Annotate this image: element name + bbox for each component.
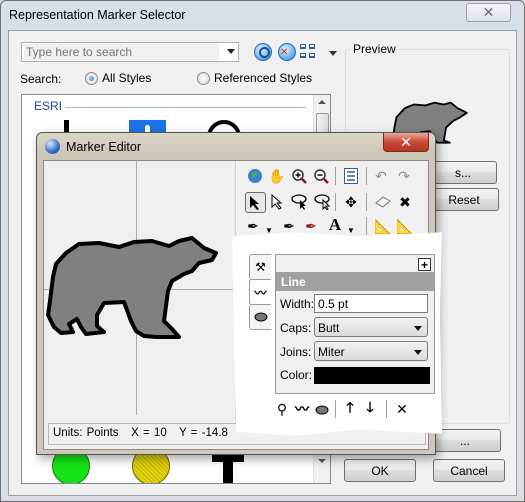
shape-pen-icon[interactable]: ✒ bbox=[302, 217, 320, 235]
measure-icon[interactable]: 📐 bbox=[374, 217, 392, 235]
color-label: Color: bbox=[280, 368, 313, 382]
radio-all-styles[interactable]: All Styles bbox=[85, 71, 151, 85]
joins-select[interactable]: Miter bbox=[314, 341, 428, 361]
globe-icon[interactable] bbox=[246, 167, 264, 185]
marker-layer-icon: ⚒ bbox=[255, 260, 266, 274]
drawing-canvas[interactable] bbox=[44, 161, 236, 420]
toolbar-separator bbox=[386, 400, 387, 418]
remove-icon[interactable]: ✕ bbox=[394, 400, 410, 418]
layer-properties-callout: ⚒ 〰 + Line Width: 0.5 pt Caps: Butt Join… bbox=[232, 232, 442, 436]
add-fill-icon[interactable] bbox=[314, 400, 330, 418]
lasso-direct-select-icon[interactable] bbox=[314, 193, 332, 211]
eraser-icon[interactable] bbox=[374, 193, 392, 211]
list-icon[interactable] bbox=[342, 167, 360, 185]
radio-checked-icon[interactable] bbox=[85, 71, 98, 85]
search-scope-label: Search: bbox=[20, 72, 62, 86]
editor-title: Marker Editor bbox=[66, 140, 142, 154]
toolbar-separator bbox=[335, 400, 336, 418]
properties-button-label: s... bbox=[454, 165, 471, 180]
radio-label: Referenced Styles bbox=[214, 71, 313, 85]
move-up-icon[interactable]: 🡑 bbox=[342, 399, 358, 418]
scroll-down-icon[interactable] bbox=[318, 459, 326, 463]
search-combo[interactable] bbox=[21, 42, 239, 62]
editor-close-button[interactable]: ✕ bbox=[383, 133, 429, 152]
move-down-icon[interactable]: 🡓 bbox=[362, 399, 378, 418]
direct-select-r-icon[interactable] bbox=[269, 193, 287, 211]
add-layer-button[interactable]: + bbox=[418, 258, 431, 271]
zoom-out-icon[interactable] bbox=[312, 167, 330, 185]
fill-icon bbox=[254, 312, 267, 322]
redo-icon[interactable]: ↷ bbox=[395, 167, 413, 185]
delete-icon[interactable]: ✖ bbox=[396, 193, 414, 211]
center-icon[interactable]: ✥ bbox=[342, 193, 360, 211]
width-label: Width: bbox=[280, 297, 315, 311]
toolbar-separator bbox=[335, 193, 336, 211]
properties-button[interactable]: s... bbox=[429, 161, 497, 184]
reset-button[interactable]: Reset bbox=[429, 188, 499, 211]
more-button-label: ... bbox=[459, 433, 470, 448]
group-divider bbox=[66, 107, 306, 108]
add-stroke-icon[interactable]: 〰 bbox=[294, 400, 310, 418]
clear-search-icon[interactable] bbox=[278, 43, 296, 61]
scroll-up-icon[interactable] bbox=[318, 100, 326, 104]
chevron-down-icon[interactable] bbox=[227, 49, 235, 54]
toolbar-separator bbox=[366, 217, 367, 235]
line-properties-panel: + Line Width: 0.5 pt Caps: Butt Joins: M… bbox=[275, 254, 435, 394]
marker-layer-tab[interactable]: ⚒ bbox=[249, 254, 271, 280]
line-tab[interactable]: 〰 bbox=[249, 279, 271, 305]
zoom-in-icon[interactable] bbox=[290, 167, 308, 185]
radio-referenced-styles[interactable]: Referenced Styles bbox=[197, 71, 312, 85]
lasso-select-icon[interactable] bbox=[291, 193, 309, 211]
preview-label: Preview bbox=[350, 42, 399, 56]
view-options-chevron-icon[interactable] bbox=[329, 51, 337, 56]
fill-tab[interactable] bbox=[249, 304, 271, 330]
color-swatch[interactable] bbox=[314, 367, 430, 384]
measure-alt-icon[interactable]: 📐 bbox=[396, 217, 414, 235]
search-input[interactable] bbox=[24, 44, 219, 60]
status-units: Units: Points bbox=[53, 427, 119, 439]
joins-label: Joins: bbox=[280, 345, 312, 359]
undo-icon[interactable]: ↶ bbox=[372, 167, 390, 185]
ok-button[interactable]: OK bbox=[344, 459, 416, 482]
window-title: Representation Marker Selector bbox=[9, 8, 186, 22]
toolbar-separator bbox=[366, 167, 367, 185]
pan-hand-icon[interactable]: ✋ bbox=[268, 167, 286, 185]
caps-select[interactable]: Butt bbox=[314, 317, 428, 337]
bear-shape[interactable] bbox=[44, 231, 236, 351]
editor-titlebar[interactable]: Marker Editor ✕ bbox=[37, 133, 435, 160]
stroke-icon: 〰 bbox=[254, 285, 267, 300]
select-r-icon[interactable] bbox=[245, 192, 266, 213]
cancel-button-label: Cancel bbox=[450, 463, 488, 478]
radio-label: All Styles bbox=[102, 71, 152, 85]
width-field[interactable]: 0.5 pt bbox=[314, 294, 428, 313]
panel-header: Line bbox=[276, 272, 434, 291]
status-x: X = 10 bbox=[131, 427, 167, 439]
add-marker-icon[interactable]: ⚲ bbox=[274, 400, 290, 418]
gallery-group-label: ESRI bbox=[34, 99, 63, 113]
caps-label: Caps: bbox=[280, 321, 312, 335]
globe-icon bbox=[45, 139, 60, 154]
view-grid-icon[interactable] bbox=[300, 43, 322, 61]
radio-unchecked-icon[interactable] bbox=[197, 71, 210, 85]
status-y: Y = -14.8 bbox=[179, 427, 228, 439]
reset-button-label: Reset bbox=[448, 192, 480, 207]
layer-tabs: ⚒ 〰 bbox=[249, 254, 271, 330]
toolbar-separator bbox=[335, 167, 336, 185]
search-icon[interactable] bbox=[254, 43, 272, 61]
ok-button-label: OK bbox=[371, 463, 389, 478]
toolbar-separator bbox=[366, 193, 367, 211]
close-button[interactable]: ✕ bbox=[466, 3, 511, 22]
cancel-button[interactable]: Cancel bbox=[433, 459, 505, 482]
